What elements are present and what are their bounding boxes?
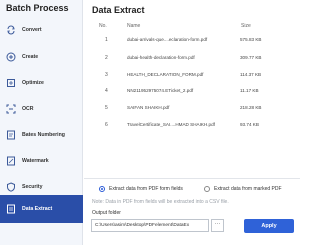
radio-form-fields[interactable] — [99, 186, 105, 192]
sidebar-item-label: Security — [22, 184, 43, 190]
sidebar-item-label: OCR — [22, 106, 34, 112]
create-icon — [6, 52, 16, 62]
main-panel: Data Extract No. Name Size 1 dubai-arriv… — [84, 0, 300, 245]
sidebar-item-create[interactable]: Create — [0, 45, 83, 69]
column-header-no: No. — [99, 23, 107, 29]
row-number: 2 — [105, 55, 108, 61]
sidebar-item-label: Watermark — [22, 158, 49, 164]
file-name: TravelCertificate_SAI....HMAD SHAIKH.pdf — [127, 122, 215, 127]
row-number: 1 — [105, 37, 108, 43]
page-title: Data Extract — [92, 5, 145, 15]
file-size: 11.17 KB — [240, 88, 259, 93]
file-size: 218.28 KB — [240, 105, 262, 110]
sidebar-item-label: Convert — [22, 27, 42, 33]
file-name: NN211952975074.ETicket_2.pdf — [127, 88, 194, 93]
ocr-icon — [6, 104, 16, 114]
watermark-icon — [6, 156, 16, 166]
security-icon — [6, 182, 16, 192]
sidebar-item-data-extract[interactable]: Data Extract — [0, 195, 83, 223]
sidebar-item-label: Create — [22, 54, 39, 60]
row-number: 3 — [105, 72, 108, 78]
info-note: Note: Data in PDF from fields will be ex… — [92, 199, 229, 205]
file-name: dubai-arrivals-que....eclaration-form.pd… — [127, 37, 208, 42]
file-name: dubai-health-declaration-form.pdf — [127, 55, 195, 60]
divider — [84, 178, 300, 179]
file-name: HEALTH_DECLARATION_FORM.pdf — [127, 72, 204, 77]
file-size: 575.83 KB — [240, 37, 262, 42]
file-size: 114.37 KB — [240, 72, 262, 77]
optimize-icon — [6, 78, 16, 88]
file-size: 93.74 KB — [240, 122, 259, 127]
sidebar-item-label: Data Extract — [22, 206, 53, 212]
radio-label-marked-pdf[interactable]: Extract data from marked PDF — [214, 186, 282, 192]
sidebar-title: Batch Process — [6, 3, 69, 13]
file-size: 309.77 KB — [240, 55, 262, 60]
column-header-size: Size — [241, 23, 251, 29]
row-number: 6 — [105, 122, 108, 128]
convert-icon — [6, 25, 16, 35]
bates-numbering-icon — [6, 130, 16, 140]
file-name: SAIFAN SHAIKH.pdf — [127, 105, 170, 110]
radio-marked-pdf[interactable] — [204, 186, 210, 192]
column-header-name: Name — [127, 23, 141, 29]
sidebar-item-watermark[interactable]: Watermark — [0, 149, 83, 173]
sidebar: Batch Process Convert Create Optimize OC… — [0, 0, 83, 245]
apply-button[interactable]: Apply — [244, 219, 294, 233]
data-extract-icon — [6, 204, 16, 214]
row-number: 5 — [105, 105, 108, 111]
row-number: 4 — [105, 88, 108, 94]
sidebar-item-bates-numbering[interactable]: Bates Numbering — [0, 123, 83, 147]
sidebar-item-label: Bates Numbering — [22, 132, 65, 138]
browse-button[interactable]: ··· — [211, 219, 224, 232]
sidebar-item-convert[interactable]: Convert — [0, 18, 83, 42]
sidebar-item-label: Optimize — [22, 80, 44, 86]
sidebar-item-optimize[interactable]: Optimize — [0, 71, 83, 95]
radio-label-form-fields[interactable]: Extract data from PDF form fields — [109, 186, 183, 192]
sidebar-item-ocr[interactable]: OCR — [0, 97, 83, 121]
output-folder-input[interactable]: C:\Users\asim\Desktop\PDFelement\DataEx — [91, 219, 209, 232]
output-folder-label: Output folder — [92, 210, 121, 216]
